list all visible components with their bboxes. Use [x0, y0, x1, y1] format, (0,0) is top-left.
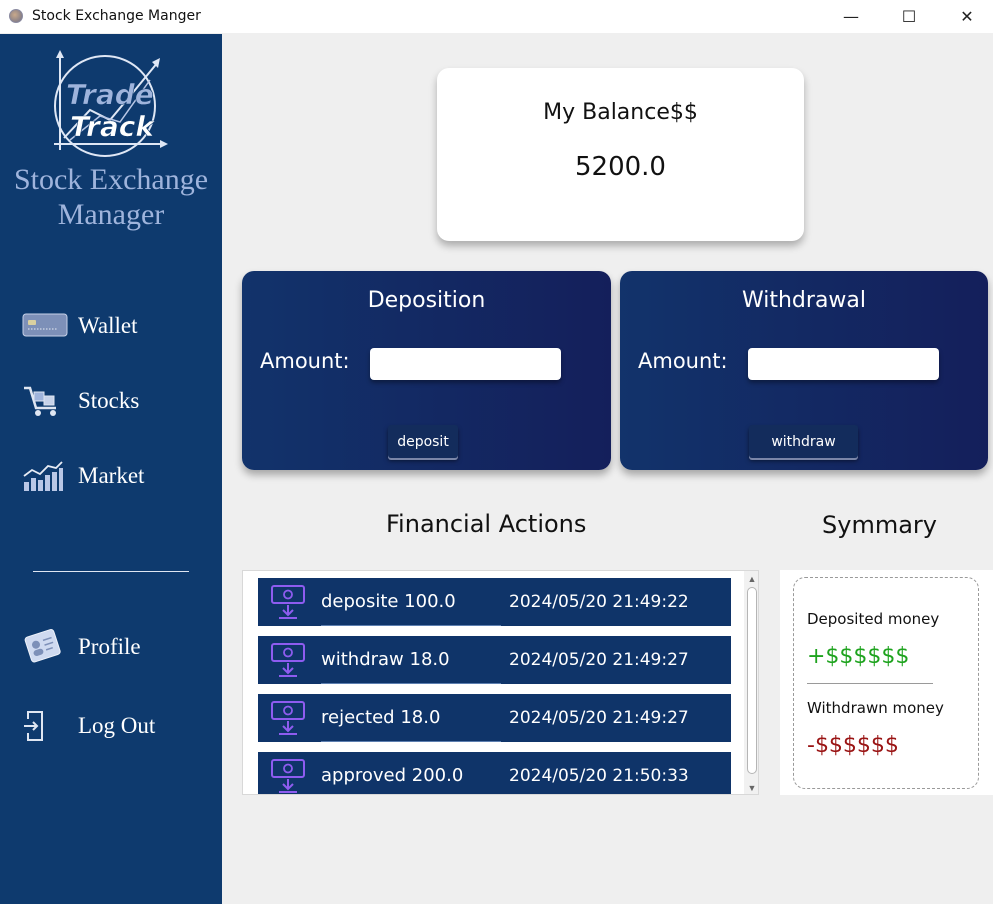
- transaction-label: withdraw 18.0: [321, 649, 450, 670]
- maximize-button[interactable]: ☐: [880, 0, 938, 32]
- app-icon: [9, 9, 23, 23]
- transaction-label: approved 200.0: [321, 765, 464, 786]
- transaction-label: rejected 18.0: [321, 707, 441, 728]
- window-title: Stock Exchange Manger: [32, 8, 201, 24]
- withdrawn-money-value: -$$$$$$: [807, 733, 899, 758]
- balance-value: 5200.0: [575, 152, 666, 182]
- brand-name: Stock Exchange Manager: [0, 162, 222, 232]
- financial-actions-title: Financial Actions: [386, 510, 587, 538]
- brand-line-2: Manager: [57, 198, 165, 231]
- close-button[interactable]: ✕: [938, 0, 993, 32]
- logout-icon: [22, 709, 68, 743]
- balance-card: My Balance$$ 5200.0: [437, 68, 804, 241]
- money-transfer-icon: [258, 636, 318, 684]
- sidebar-item-label: Market: [78, 463, 145, 488]
- money-transfer-icon: [258, 578, 318, 626]
- brand-line-1: Stock Exchange: [13, 163, 209, 196]
- sidebar-item-stocks[interactable]: Stocks: [22, 381, 212, 421]
- scroll-down-icon[interactable]: ▼: [744, 781, 758, 794]
- transaction-date: 2024/05/20 21:49:27: [509, 708, 689, 728]
- market-chart-icon: [22, 459, 68, 493]
- withdraw-button[interactable]: withdraw: [749, 425, 858, 458]
- deposit-card: Deposition Amount: deposit: [242, 271, 611, 470]
- sidebar: Trade Track Stock Exchange Manager Walle…: [0, 34, 222, 904]
- sidebar-item-label: Wallet: [78, 313, 138, 338]
- sidebar-item-logout[interactable]: Log Out: [22, 706, 212, 746]
- profile-id-icon: [22, 629, 68, 664]
- transaction-date: 2024/05/20 21:49:22: [509, 592, 689, 612]
- list-item[interactable]: approved 200.0 2024/05/20 21:50:33: [258, 752, 731, 794]
- deposit-button[interactable]: deposit: [388, 425, 458, 458]
- withdraw-card: Withdrawal Amount: withdraw: [620, 271, 988, 470]
- withdrawn-money-label: Withdrawn money: [807, 699, 944, 717]
- row-divider: [321, 741, 501, 742]
- withdraw-amount-input[interactable]: [748, 348, 939, 380]
- deposit-amount-label: Amount:: [260, 349, 350, 373]
- sidebar-item-label: Log Out: [78, 713, 156, 738]
- row-divider: [321, 683, 501, 684]
- transactions-list[interactable]: deposite 100.0 2024/05/20 21:49:22 withd…: [242, 570, 759, 795]
- list-item[interactable]: rejected 18.0 2024/05/20 21:49:27: [258, 694, 731, 742]
- money-transfer-icon: [258, 694, 318, 742]
- wallet-card-icon: [22, 309, 68, 343]
- transaction-label: deposite 100.0: [321, 591, 456, 612]
- summary-title: Symmary: [822, 511, 937, 539]
- list-item[interactable]: deposite 100.0 2024/05/20 21:49:22: [258, 578, 731, 626]
- sidebar-item-profile[interactable]: Profile: [22, 627, 212, 667]
- deposited-money-value: +$$$$$$: [807, 644, 910, 669]
- minimize-button[interactable]: —: [822, 0, 880, 32]
- transaction-date: 2024/05/20 21:49:27: [509, 650, 689, 670]
- list-item[interactable]: withdraw 18.0 2024/05/20 21:49:27: [258, 636, 731, 684]
- logo-text-top: Trade: [66, 78, 154, 111]
- summary-divider: [807, 683, 933, 684]
- stocks-cart-icon: [22, 384, 68, 418]
- deposit-title: Deposition: [367, 288, 486, 313]
- scroll-up-icon[interactable]: ▲: [744, 572, 758, 586]
- balance-title: My Balance$$: [543, 100, 698, 125]
- scroll-thumb[interactable]: [747, 587, 757, 774]
- deposit-amount-input[interactable]: [370, 348, 561, 380]
- trade-track-logo: Trade Track: [50, 50, 168, 160]
- summary-panel: Deposited money +$$$$$$ Withdrawn money …: [780, 570, 993, 795]
- money-transfer-icon: [258, 752, 318, 794]
- summary-box: Deposited money +$$$$$$ Withdrawn money …: [793, 577, 979, 789]
- deposited-money-label: Deposited money: [807, 610, 940, 628]
- row-divider: [321, 625, 501, 626]
- transaction-date: 2024/05/20 21:50:33: [509, 766, 689, 786]
- sidebar-item-market[interactable]: Market: [22, 456, 212, 496]
- logo-text-bottom: Track: [70, 110, 156, 143]
- withdraw-title: Withdrawal: [741, 288, 867, 313]
- sidebar-item-label: Profile: [78, 634, 141, 659]
- sidebar-divider: [33, 571, 189, 572]
- sidebar-item-label: Stocks: [78, 388, 140, 413]
- transactions-scrollbar[interactable]: ▲ ▼: [744, 571, 758, 794]
- withdraw-amount-label: Amount:: [638, 349, 728, 373]
- title-bar: Stock Exchange Manger — ☐ ✕: [0, 0, 993, 33]
- sidebar-item-wallet[interactable]: Wallet: [22, 306, 212, 346]
